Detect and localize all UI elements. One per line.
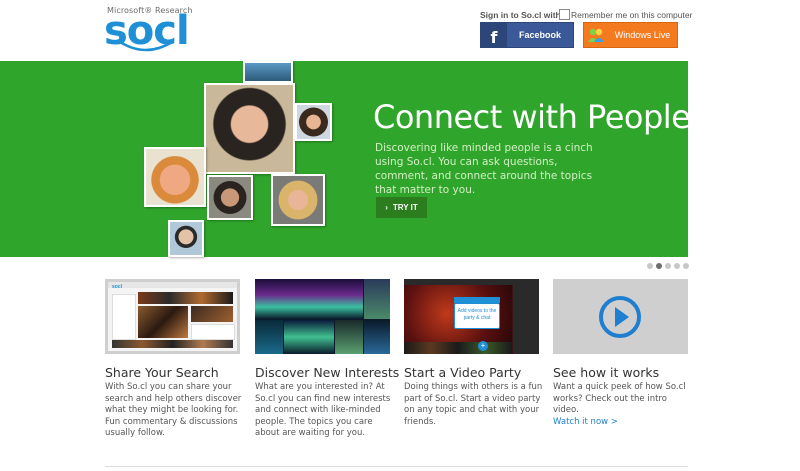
facebook-button-label: Facebook	[518, 30, 561, 40]
remember-me-label: Remember me on this computer	[571, 10, 693, 20]
photo-blonde-woman	[271, 174, 325, 226]
hero-right-margin	[688, 61, 800, 257]
how-it-works-video-thumbnail[interactable]	[553, 279, 688, 354]
photo-woman-portrait	[295, 103, 332, 141]
signin-label: Sign in to So.cl with:	[480, 10, 564, 20]
play-icon[interactable]	[597, 294, 643, 340]
hero-description: Discovering like minded people is a cinc…	[375, 142, 593, 196]
facebook-icon: f	[481, 23, 507, 47]
photo-man	[207, 175, 253, 220]
windows-live-signin-button[interactable]: Windows Live	[583, 22, 678, 48]
carousel-dot[interactable]	[665, 263, 671, 269]
carousel-dot-active[interactable]	[656, 263, 662, 269]
photo-swimmer	[243, 61, 293, 83]
feature-text-how-it-works-body: Want a quick peek of how So.cl works? Ch…	[553, 382, 686, 416]
video-party-thumbnail[interactable]: Add videos to the party & chat +	[404, 279, 539, 354]
chevron-right-icon: ›	[385, 203, 388, 212]
feature-text-how-it-works: Want a quick peek of how So.cl works? Ch…	[553, 382, 693, 428]
photo-man-glasses	[168, 220, 204, 257]
add-video-icon: +	[478, 341, 488, 351]
carousel-dot[interactable]	[683, 263, 689, 269]
discover-interests-thumbnail[interactable]	[255, 279, 390, 354]
carousel-dot[interactable]	[647, 263, 653, 269]
footer-divider	[105, 466, 688, 467]
watch-it-now-link[interactable]: Watch it now >	[553, 417, 618, 427]
video-party-popup: Add videos to the party & chat	[454, 303, 500, 329]
feature-title-discover-interests: Discover New Interests	[255, 365, 400, 380]
photo-smiling-woman	[204, 83, 295, 174]
share-search-thumbnail[interactable]: socl	[105, 279, 240, 354]
hero-title: Connect with People	[373, 98, 691, 136]
facebook-signin-button[interactable]: f Facebook	[480, 22, 574, 48]
feature-title-share-search: Share Your Search	[105, 365, 219, 380]
thumb-logo: socl	[112, 284, 123, 290]
try-it-label: TRY IT	[392, 203, 418, 212]
feature-text-video-party: Doing things with others is a fun part o…	[404, 382, 543, 427]
carousel-dots	[647, 263, 689, 269]
logo-smile-icon	[119, 40, 173, 52]
photo-redhead	[144, 147, 206, 207]
windows-live-button-label: Windows Live	[614, 30, 671, 40]
try-it-button[interactable]: › TRY IT	[376, 197, 427, 218]
feature-title-video-party: Start a Video Party	[404, 365, 522, 380]
feature-text-share-search: With So.cl you can share your search and…	[105, 382, 242, 439]
feature-title-how-it-works: See how it works	[553, 365, 660, 380]
remember-me-checkbox[interactable]	[559, 9, 570, 20]
windows-live-icon	[584, 23, 608, 47]
feature-text-discover-interests: What are you interested in? At So.cl you…	[255, 382, 391, 439]
carousel-dot[interactable]	[674, 263, 680, 269]
